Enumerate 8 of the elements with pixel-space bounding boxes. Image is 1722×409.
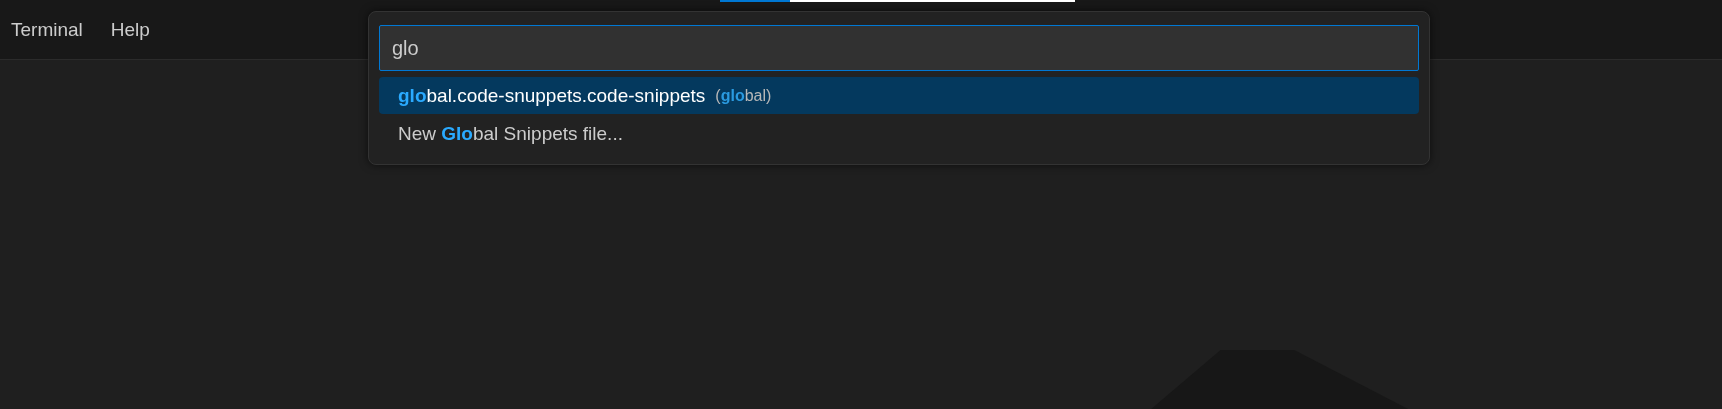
item-label: New Global Snippets file... — [398, 122, 623, 145]
item-description: (global) — [715, 86, 772, 105]
menu-item[interactable]: Terminal — [2, 14, 92, 45]
search-field[interactable]: glo — [379, 25, 1419, 71]
item-label: global.code-snuppets.code-snippets — [398, 84, 706, 107]
quick-pick-item[interactable]: global.code-snuppets.code-snippets (global) — [379, 77, 1419, 114]
quick-pick-item[interactable]: New Global Snippets file... — [379, 115, 1419, 152]
menu-item[interactable]: Help — [101, 14, 159, 45]
